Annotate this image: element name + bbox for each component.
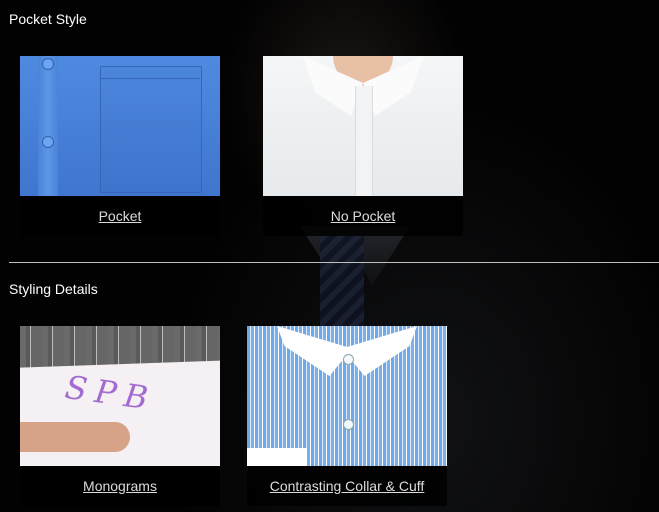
no-pocket-image[interactable] xyxy=(263,56,463,196)
option-link-pocket[interactable]: Pocket xyxy=(99,208,142,224)
section-title-styling-details: Styling Details xyxy=(9,281,98,297)
pocket-image[interactable] xyxy=(20,56,220,196)
shirt-placket xyxy=(38,56,58,196)
white-cuff xyxy=(247,448,307,466)
contrasting-collar-image[interactable] xyxy=(247,326,447,466)
option-link-contrasting-collar-cuff[interactable]: Contrasting Collar & Cuff xyxy=(270,478,425,494)
option-card-no-pocket[interactable]: No Pocket xyxy=(263,56,463,236)
shirt-button xyxy=(42,58,54,70)
option-link-no-pocket[interactable]: No Pocket xyxy=(331,208,396,224)
option-card-pocket[interactable]: Pocket xyxy=(20,56,220,236)
shirt-button xyxy=(343,354,354,365)
section-title-pocket-style: Pocket Style xyxy=(9,11,87,27)
wrist xyxy=(20,422,130,452)
section-divider xyxy=(9,262,659,263)
option-label-bar: Contrasting Collar & Cuff xyxy=(247,466,447,506)
chest-pocket xyxy=(100,66,202,193)
pocket-seam xyxy=(100,78,200,79)
shirt-placket xyxy=(355,86,373,196)
option-label-bar: Pocket xyxy=(20,196,220,236)
shirt-button xyxy=(343,419,354,430)
option-label-bar: No Pocket xyxy=(263,196,463,236)
shirt-button xyxy=(42,136,54,148)
option-card-monograms[interactable]: SPB Monograms xyxy=(20,326,220,506)
white-collar-left xyxy=(277,326,352,376)
option-label-bar: Monograms xyxy=(20,466,220,506)
white-collar-right xyxy=(342,326,417,376)
option-card-contrasting-collar-cuff[interactable]: Contrasting Collar & Cuff xyxy=(247,326,447,506)
monograms-image[interactable]: SPB xyxy=(20,326,220,466)
option-link-monograms[interactable]: Monograms xyxy=(83,478,157,494)
